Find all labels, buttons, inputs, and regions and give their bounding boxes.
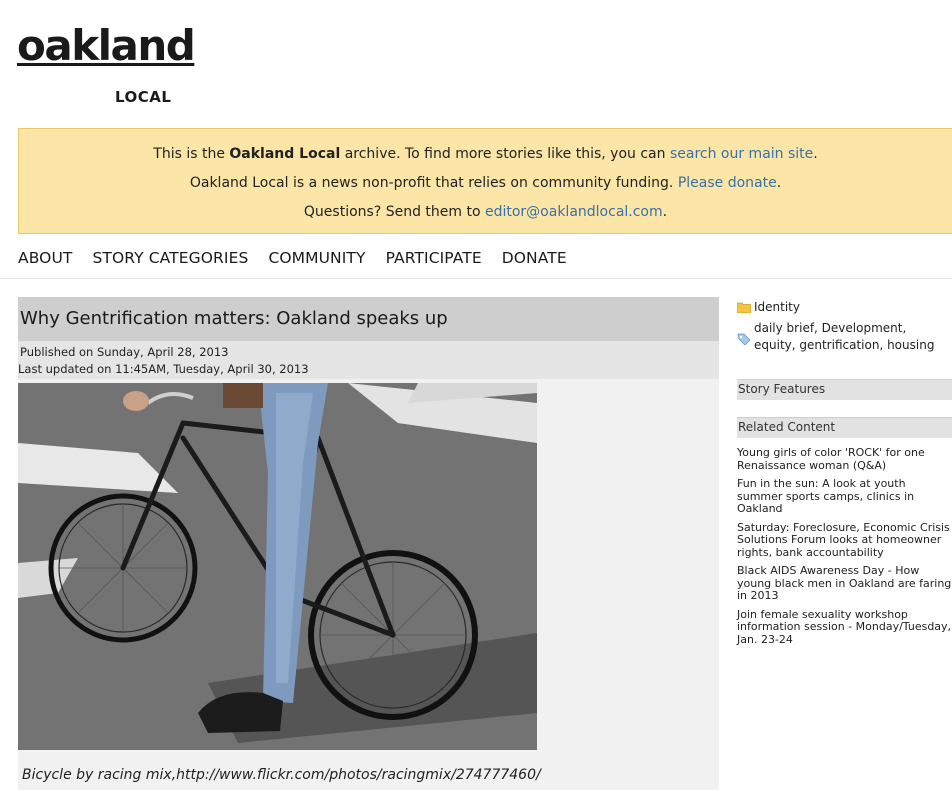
category-link[interactable]: Identity [754, 300, 800, 314]
nav-story-categories[interactable]: STORY CATEGORIES [92, 249, 248, 277]
tag-icon [737, 333, 751, 345]
nav-donate[interactable]: DONATE [502, 249, 567, 277]
notice-text: archive. To find more stories like this,… [340, 146, 670, 162]
notice-text: . [662, 204, 668, 220]
tags-line-2[interactable]: equity, gentrification, housing [754, 337, 934, 354]
folder-icon [737, 302, 751, 313]
donate-link[interactable]: Please donate [678, 175, 777, 191]
category-row: Identity [737, 300, 952, 315]
main-nav: ABOUT STORY CATEGORIES COMMUNITY PARTICI… [18, 249, 567, 277]
tags-list: daily brief, Development, equity, gentri… [754, 320, 934, 354]
notice-text: Oakland Local is a news non-profit that … [189, 175, 678, 191]
tags-line-1[interactable]: daily brief, Development, [754, 320, 934, 337]
related-item[interactable]: Fun in the sun: A look at youth summer s… [737, 477, 952, 516]
notice-brand: Oakland Local [229, 146, 341, 162]
notice-text: Questions? Send them to [303, 204, 485, 220]
related-item[interactable]: Young girls of color 'ROCK' for one Rena… [737, 446, 952, 472]
site-logo[interactable]: oakland LOCAL [17, 21, 196, 112]
nav-about[interactable]: ABOUT [18, 249, 72, 277]
related-item[interactable]: Saturday: Foreclosure, Economic Crisis S… [737, 521, 952, 560]
updated-date: Last updated on 11:45AM, Tuesday, April … [18, 362, 309, 376]
notice-line-2: Oakland Local is a news non-profit that … [19, 169, 952, 198]
article-panel: Why Gentrification matters: Oakland spea… [18, 297, 719, 790]
notice-text: . [776, 175, 782, 191]
search-main-site-link[interactable]: search our main site [670, 146, 813, 162]
photo-caption: Bicycle by racing mix,http://www.flickr.… [22, 767, 541, 783]
archive-notice: This is the Oakland Local archive. To fi… [18, 128, 952, 234]
related-item[interactable]: Join female sexuality workshop informati… [737, 608, 952, 647]
notice-text: . [813, 146, 818, 162]
related-list: Young girls of color 'ROCK' for one Rena… [737, 446, 952, 652]
article-title-bar: Why Gentrification matters: Oakland spea… [18, 297, 719, 341]
sidebar: Identity daily brief, Development, equit… [737, 300, 952, 645]
logo-subtitle: LOCAL [115, 88, 172, 106]
nav-participate[interactable]: PARTICIPATE [386, 249, 482, 277]
published-date: Published on Sunday, April 28, 2013 [20, 345, 229, 359]
notice-line-3: Questions? Send them to editor@oaklandlo… [19, 198, 952, 227]
article-photo [18, 383, 537, 750]
related-item[interactable]: Black AIDS Awareness Day - How young bla… [737, 564, 952, 603]
notice-text: This is the [153, 146, 230, 162]
logo-wordmark: oakland [17, 21, 196, 70]
nav-divider [0, 278, 952, 279]
related-content-header: Related Content [737, 417, 952, 438]
editor-email-link[interactable]: editor@oaklandlocal.com [485, 204, 663, 220]
article-title: Why Gentrification matters: Oakland spea… [20, 308, 448, 329]
article-meta: Published on Sunday, April 28, 2013 Last… [18, 341, 719, 379]
story-features-header: Story Features [737, 379, 952, 400]
nav-community[interactable]: COMMUNITY [268, 249, 365, 277]
notice-line-1: This is the Oakland Local archive. To fi… [19, 140, 952, 169]
